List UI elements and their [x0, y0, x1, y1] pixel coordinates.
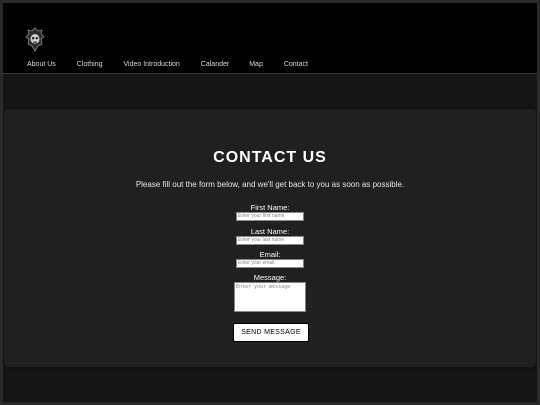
first-name-label: First Name: — [250, 203, 290, 212]
nav-item-contact[interactable]: Contact — [284, 61, 308, 68]
main-nav: About Us Clothing Video Introduction Cal… — [27, 61, 308, 68]
first-name-input[interactable]: Enter your first name — [236, 212, 304, 221]
message-label: Message: — [253, 273, 287, 282]
skull-emblem-icon[interactable] — [24, 27, 46, 53]
nav-item-about-us[interactable]: About Us — [27, 61, 56, 68]
message-textarea[interactable]: Enter your message — [234, 282, 306, 312]
send-message-button[interactable]: SEND MESSAGE — [233, 323, 309, 342]
contact-card: CONTACT US Please fill out the form belo… — [4, 109, 536, 367]
last-name-input[interactable]: Enter your last name — [236, 236, 304, 245]
email-input[interactable]: Enter your email — [236, 259, 304, 268]
nav-item-calander[interactable]: Calander — [201, 61, 229, 68]
page-subtitle: Please fill out the form below, and we'l… — [135, 180, 405, 189]
site-header: About Us Clothing Video Introduction Cal… — [3, 3, 537, 74]
page-title: CONTACT US — [213, 149, 327, 166]
nav-item-clothing[interactable]: Clothing — [77, 61, 103, 68]
last-name-label: Last Name: — [250, 227, 290, 236]
nav-item-video-introduction[interactable]: Video Introduction — [123, 61, 179, 68]
message-field-group: Message: Enter your message — [4, 274, 536, 312]
nav-item-map[interactable]: Map — [249, 61, 263, 68]
email-label: Email: — [259, 250, 281, 259]
